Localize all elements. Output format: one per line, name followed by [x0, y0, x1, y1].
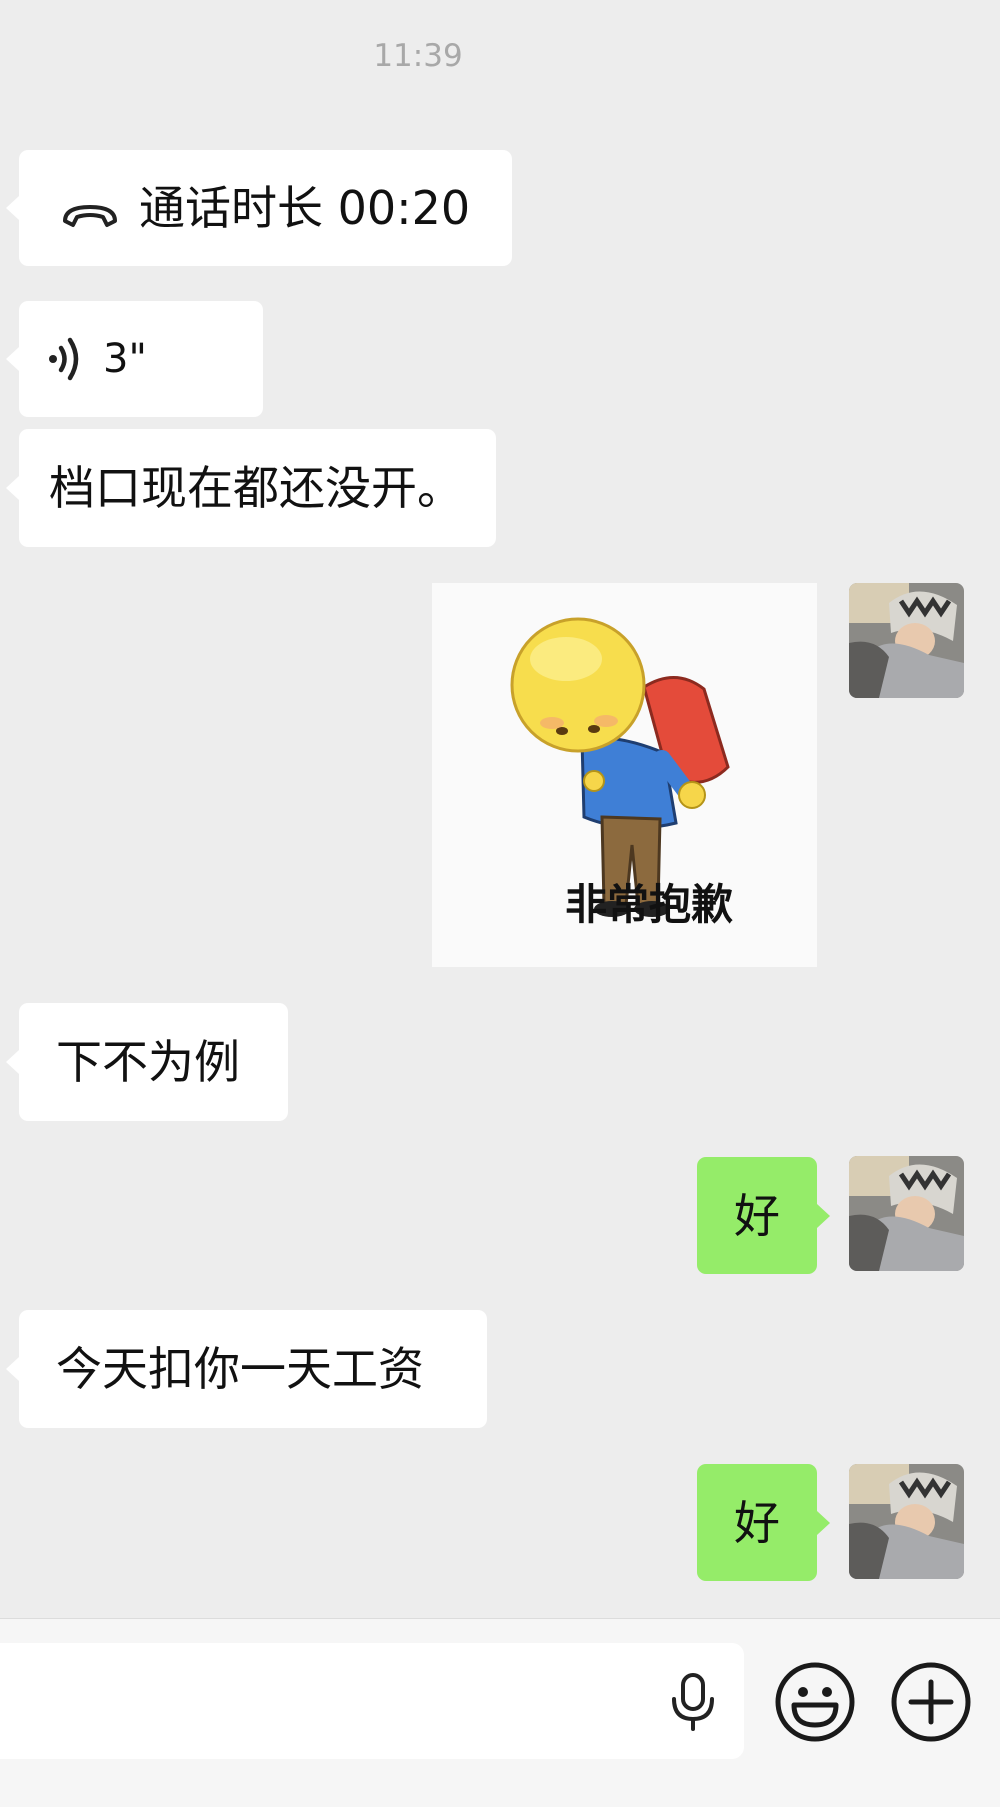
message-received-text[interactable]: 今天扣你一天工资	[6, 1310, 487, 1428]
message-text: 下不为例	[56, 1035, 240, 1089]
message-sent-text[interactable]: 好	[697, 1157, 830, 1274]
phone-hangup-icon	[61, 192, 119, 227]
message-sent-text[interactable]: 好	[697, 1464, 830, 1581]
message-call-record[interactable]: 通话时长 00:20	[6, 150, 512, 266]
message-timestamp: 11:39	[373, 38, 463, 74]
smiley-icon[interactable]	[774, 1661, 856, 1747]
message-received-text[interactable]: 下不为例	[6, 1003, 288, 1121]
avatar[interactable]	[849, 583, 964, 698]
message-text: 今天扣你一天工资	[56, 1342, 424, 1396]
call-duration-text: 通话时长 00:20	[139, 181, 471, 235]
sorry-bowing-sticker: 非常抱歉	[510, 617, 733, 929]
message-voice[interactable]: 3"	[6, 301, 263, 417]
sticker-caption: 非常抱歉	[565, 880, 733, 929]
input-bar	[0, 1618, 1000, 1807]
message-input[interactable]	[0, 1643, 744, 1759]
message-text: 好	[734, 1495, 780, 1550]
message-text: 档口现在都还没开。	[49, 461, 463, 515]
plus-circle-icon[interactable]	[890, 1661, 972, 1747]
microphone-icon[interactable]	[668, 1673, 718, 1737]
voice-wave-icon	[45, 335, 85, 383]
avatar[interactable]	[849, 1156, 964, 1271]
voice-duration-text: 3"	[103, 336, 147, 382]
sticker-message[interactable]: 非常抱歉	[432, 583, 817, 967]
chat-area: 11:39 通话时长 00:20 3" 档口现在都还没开。 非常抱歉 下不为例 …	[0, 0, 1000, 1618]
message-received-text[interactable]: 档口现在都还没开。	[6, 429, 496, 547]
avatar[interactable]	[849, 1464, 964, 1579]
message-text: 好	[734, 1188, 780, 1243]
